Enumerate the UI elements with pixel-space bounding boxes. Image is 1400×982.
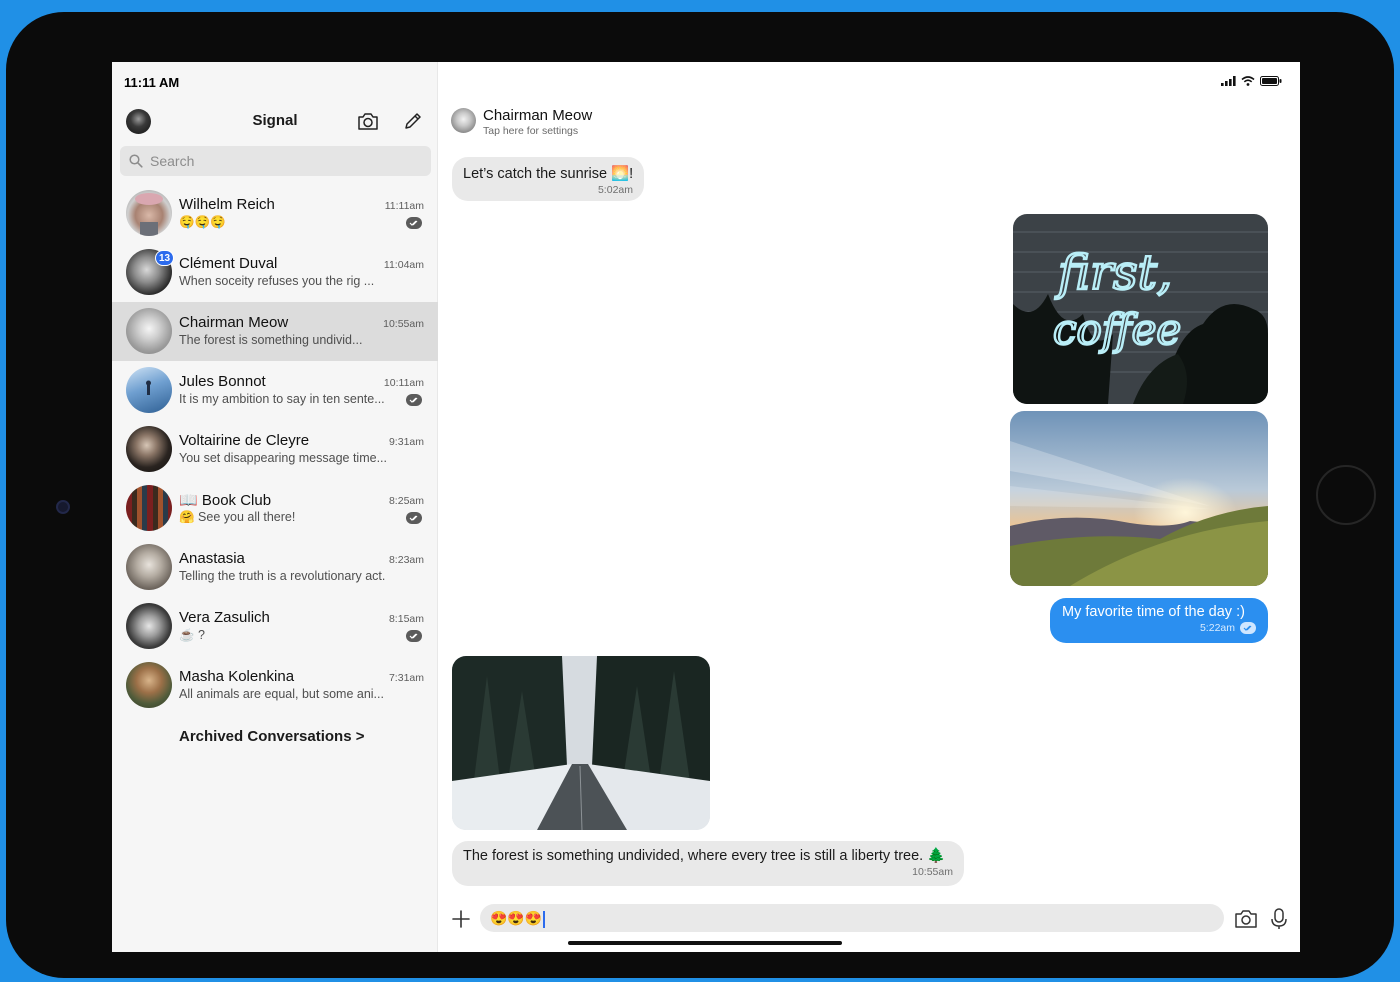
conversation-name: Masha Kolenkina	[179, 668, 295, 685]
status-time: 11:11 AM	[124, 75, 180, 90]
conversation-snippet: All animals are equal, but some ani...	[179, 687, 384, 701]
ipad-frame: 11:11 AM Signal Search Wilhelm Reich 11:…	[6, 12, 1394, 978]
delivered-check-icon	[406, 630, 422, 642]
avatar	[126, 544, 172, 590]
home-button[interactable]	[1316, 465, 1376, 525]
conversation-item-vera-zasulich[interactable]: Vera Zasulich 8:15am ☕ ?	[112, 597, 438, 656]
contact-subtitle: Tap here for settings	[483, 125, 579, 137]
conversation-time: 11:11am	[384, 200, 424, 212]
conversation-snippet: It is my ambition to say in ten sente...	[179, 392, 385, 406]
microphone-icon[interactable]	[1269, 907, 1289, 931]
avatar	[126, 662, 172, 708]
conversation-name: Jules Bonnot	[179, 373, 266, 390]
conversation-time: 8:23am	[388, 554, 424, 566]
conversation-snippet: You set disappearing message time...	[179, 451, 387, 465]
message-bubble-outgoing[interactable]: My favorite time of the day :) 5:22am	[1050, 598, 1268, 643]
message-text: The forest is something undivided, where…	[463, 848, 946, 864]
conversation-item-anastasia[interactable]: Anastasia 8:23am Telling the truth is a …	[112, 538, 438, 597]
conversation-time: 10:55am	[383, 318, 424, 330]
camera-button[interactable]	[355, 108, 381, 134]
svg-text:first,: first,	[1055, 245, 1172, 301]
conversation-time: 11:04am	[383, 259, 424, 271]
avatar	[126, 426, 172, 472]
message-time: 5:22am	[1199, 622, 1235, 634]
message-input-value: 😍😍😍	[490, 910, 543, 926]
conversation-name: Wilhelm Reich	[179, 196, 275, 213]
conversation-name: Anastasia	[179, 550, 245, 567]
conversation-time: 8:15am	[388, 613, 424, 625]
conversation-time: 9:31am	[388, 436, 424, 448]
contact-avatar	[451, 108, 476, 133]
unread-badge: 13	[155, 250, 175, 266]
camera-icon[interactable]	[1234, 907, 1258, 931]
svg-text:coffee: coffee	[1053, 305, 1181, 354]
status-icons	[1221, 76, 1282, 86]
signal-icon	[1221, 76, 1236, 86]
message-composer: 😍😍😍	[438, 902, 1300, 936]
app-title: Signal	[252, 112, 298, 129]
conversation-item-clement-duval[interactable]: 13 Clément Duval 11:04am When soceity re…	[112, 243, 438, 302]
avatar	[126, 190, 172, 236]
camera-icon	[358, 113, 378, 130]
conversation-time: 8:25am	[388, 495, 424, 507]
delivered-check-icon	[406, 217, 422, 229]
conversation-item-wilhelm-reich[interactable]: Wilhelm Reich 11:11am 🤤🤤🤤	[112, 184, 438, 243]
wifi-icon	[1241, 76, 1255, 86]
compose-button[interactable]	[400, 108, 426, 134]
sidebar: 11:11 AM Signal Search Wilhelm Reich 11:…	[112, 62, 438, 952]
delivered-check-icon	[406, 512, 422, 524]
avatar	[126, 308, 172, 354]
front-camera	[56, 500, 70, 514]
conversation-item-jules-bonnot[interactable]: Jules Bonnot 10:11am It is my ambition t…	[112, 361, 438, 420]
conversation-name: Voltairine de Cleyre	[179, 432, 310, 449]
conversation-item-masha-kolenkina[interactable]: Masha Kolenkina 7:31am All animals are e…	[112, 656, 438, 715]
message-text: Let’s catch the sunrise 🌅!	[463, 166, 634, 182]
text-caret	[543, 910, 546, 928]
avatar	[126, 367, 172, 413]
battery-icon	[1260, 76, 1282, 86]
message-photo-forest[interactable]	[452, 656, 710, 830]
message-bubble-incoming[interactable]: The forest is something undivided, where…	[452, 841, 964, 886]
conversation-list: Wilhelm Reich 11:11am 🤤🤤🤤 13 Clément Duv…	[112, 184, 438, 715]
conversation-snippet: 🤗 See you all there!	[179, 510, 296, 524]
read-check-icon	[1240, 622, 1256, 634]
conversation-snippet: The forest is something undivid...	[179, 333, 363, 347]
message-time: 5:02am	[597, 184, 633, 196]
message-bubble-incoming[interactable]: Let’s catch the sunrise 🌅! 5:02am	[452, 157, 644, 201]
message-photo-neon[interactable]: first, coffee	[1013, 214, 1268, 404]
conversation-snippet: When soceity refuses you the rig ...	[179, 274, 375, 288]
conversation-item-voltairine-de-cleyre[interactable]: Voltairine de Cleyre 9:31am You set disa…	[112, 420, 438, 479]
plus-icon[interactable]	[450, 908, 472, 930]
contact-name: Chairman Meow	[483, 107, 593, 124]
conversation-time: 7:31am	[388, 672, 424, 684]
conversation-item-book-club[interactable]: 📖 Book Club 8:25am 🤗 See you all there!	[112, 479, 438, 538]
archived-conversations-link[interactable]: Archived Conversations >	[179, 728, 364, 745]
message-input[interactable]: 😍😍😍	[480, 904, 1224, 932]
message-meta: 5:22am	[1062, 622, 1256, 634]
conversation-name: Chairman Meow	[179, 314, 289, 331]
conversation-snippet: ☕ ?	[179, 628, 205, 642]
conversation-time: 10:11am	[383, 377, 424, 389]
conversation-snippet: 🤤🤤🤤	[179, 215, 226, 229]
message-photo-sunrise[interactable]	[1010, 411, 1268, 586]
search-icon	[129, 154, 143, 168]
screen: 11:11 AM Signal Search Wilhelm Reich 11:…	[112, 62, 1300, 952]
conversation-name: Vera Zasulich	[179, 609, 270, 626]
conversation-name: 📖 Book Club	[179, 492, 272, 509]
sidebar-header: Signal	[112, 104, 438, 136]
chat-pane: Chairman Meow Tap here for settings Let’…	[438, 62, 1300, 952]
conversation-snippet: Telling the truth is a revolutionary act…	[179, 569, 386, 583]
avatar	[126, 485, 172, 531]
conversation-item-chairman-meow[interactable]: Chairman Meow 10:55am The forest is some…	[112, 302, 438, 361]
conversation-name: Clément Duval	[179, 255, 278, 272]
delivered-check-icon	[406, 394, 422, 406]
home-indicator	[568, 941, 842, 945]
search-bar[interactable]	[120, 146, 431, 176]
message-text: My favorite time of the day :)	[1062, 604, 1245, 620]
pencil-icon	[405, 113, 421, 129]
avatar	[126, 603, 172, 649]
message-time: 10:55am	[912, 866, 953, 878]
search-input[interactable]	[150, 153, 420, 169]
